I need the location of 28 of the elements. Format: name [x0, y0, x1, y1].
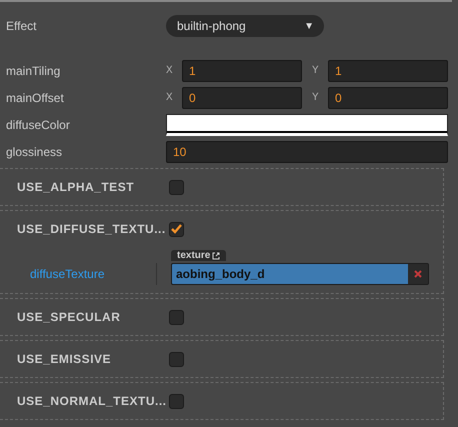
define-label: USE_ALPHA_TEST [17, 179, 136, 196]
define-label: USE_DIFFUSE_TEXTU... [17, 221, 167, 238]
checkbox[interactable] [169, 180, 184, 194]
define-label: USE_NORMAL_TEXTU... [17, 393, 168, 410]
external-link-icon[interactable] [212, 252, 220, 260]
effect-dropdown[interactable]: builtin-phong ▼ [166, 15, 324, 37]
property-label: diffuseColor [6, 117, 71, 134]
number-field[interactable]: 0 [182, 87, 302, 109]
number-field[interactable]: 0 [328, 87, 448, 109]
checkbox[interactable] [169, 394, 184, 408]
property-label: diffuseTexture [17, 263, 157, 285]
axis-label: Y [312, 90, 320, 106]
define-label: USE_SPECULAR [17, 309, 122, 326]
define-label: USE_EMISSIVE [17, 351, 112, 368]
property-label: Effect [6, 18, 38, 35]
number-field[interactable]: 10 [166, 141, 448, 163]
checkbox[interactable] [169, 310, 184, 324]
axis-label: Y [312, 64, 320, 79]
color-field[interactable] [166, 114, 448, 136]
property-label: glossiness [6, 144, 64, 161]
texture-tag: texture [171, 250, 226, 261]
property-label: mainOffset [6, 90, 65, 107]
property-label: mainTiling [6, 63, 62, 80]
number-field[interactable]: 1 [182, 60, 302, 82]
axis-label: X [166, 90, 174, 106]
checkbox[interactable] [169, 352, 184, 366]
axis-label: X [166, 64, 174, 79]
number-field[interactable]: 1 [328, 60, 448, 82]
